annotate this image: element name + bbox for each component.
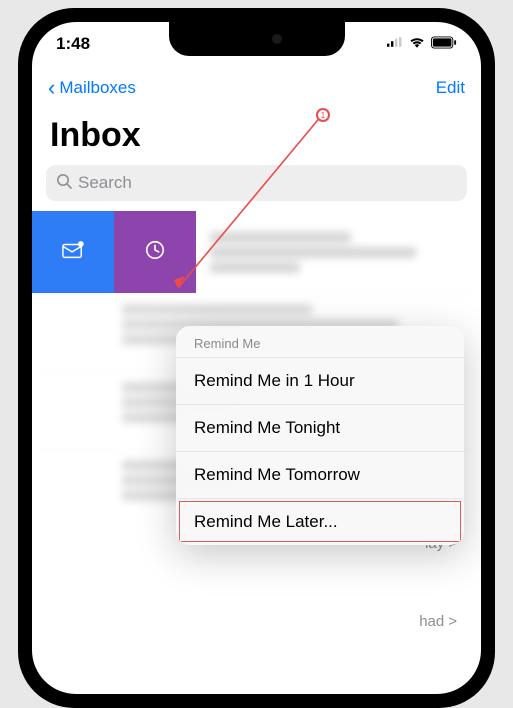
remind-later[interactable]: Remind Me Later...: [176, 498, 464, 545]
wifi-icon: [409, 34, 425, 55]
notch: [169, 22, 345, 56]
battery-icon: [431, 34, 457, 54]
search-icon: [56, 173, 72, 194]
phone-frame: 1:48 ‹ Mailboxes Edit Inbox: [18, 8, 495, 708]
annotation-marker: 1: [316, 108, 330, 122]
envelope-icon: [62, 239, 84, 266]
mail-preview: [196, 211, 481, 293]
mark-unread-action[interactable]: [32, 211, 114, 293]
remind-me-menu: Remind Me Remind Me in 1 Hour Remind Me …: [176, 326, 464, 545]
swiped-mail-row[interactable]: [32, 211, 481, 293]
cellular-icon: [387, 34, 403, 55]
status-time: 1:48: [56, 34, 90, 54]
search-placeholder: Search: [78, 173, 132, 193]
row-meta: had >: [419, 613, 457, 630]
chevron-right-icon: >: [448, 613, 457, 630]
search-input[interactable]: Search: [46, 165, 467, 201]
remind-tonight[interactable]: Remind Me Tonight: [176, 404, 464, 451]
nav-bar: ‹ Mailboxes Edit: [32, 66, 481, 110]
clock-icon: [144, 239, 166, 266]
remind-me-action[interactable]: [114, 211, 196, 293]
row-meta: 22 >: [428, 691, 457, 694]
chevron-right-icon: >: [448, 691, 457, 694]
page-title: Inbox: [32, 110, 481, 165]
back-label: Mailboxes: [59, 78, 136, 98]
back-button[interactable]: ‹ Mailboxes: [48, 77, 136, 99]
remind-tomorrow[interactable]: Remind Me Tomorrow: [176, 451, 464, 498]
edit-button[interactable]: Edit: [436, 78, 465, 98]
menu-header: Remind Me: [176, 326, 464, 357]
screen: 1:48 ‹ Mailboxes Edit Inbox: [32, 22, 481, 694]
chevron-left-icon: ‹: [48, 77, 55, 99]
remind-1-hour[interactable]: Remind Me in 1 Hour: [176, 357, 464, 404]
